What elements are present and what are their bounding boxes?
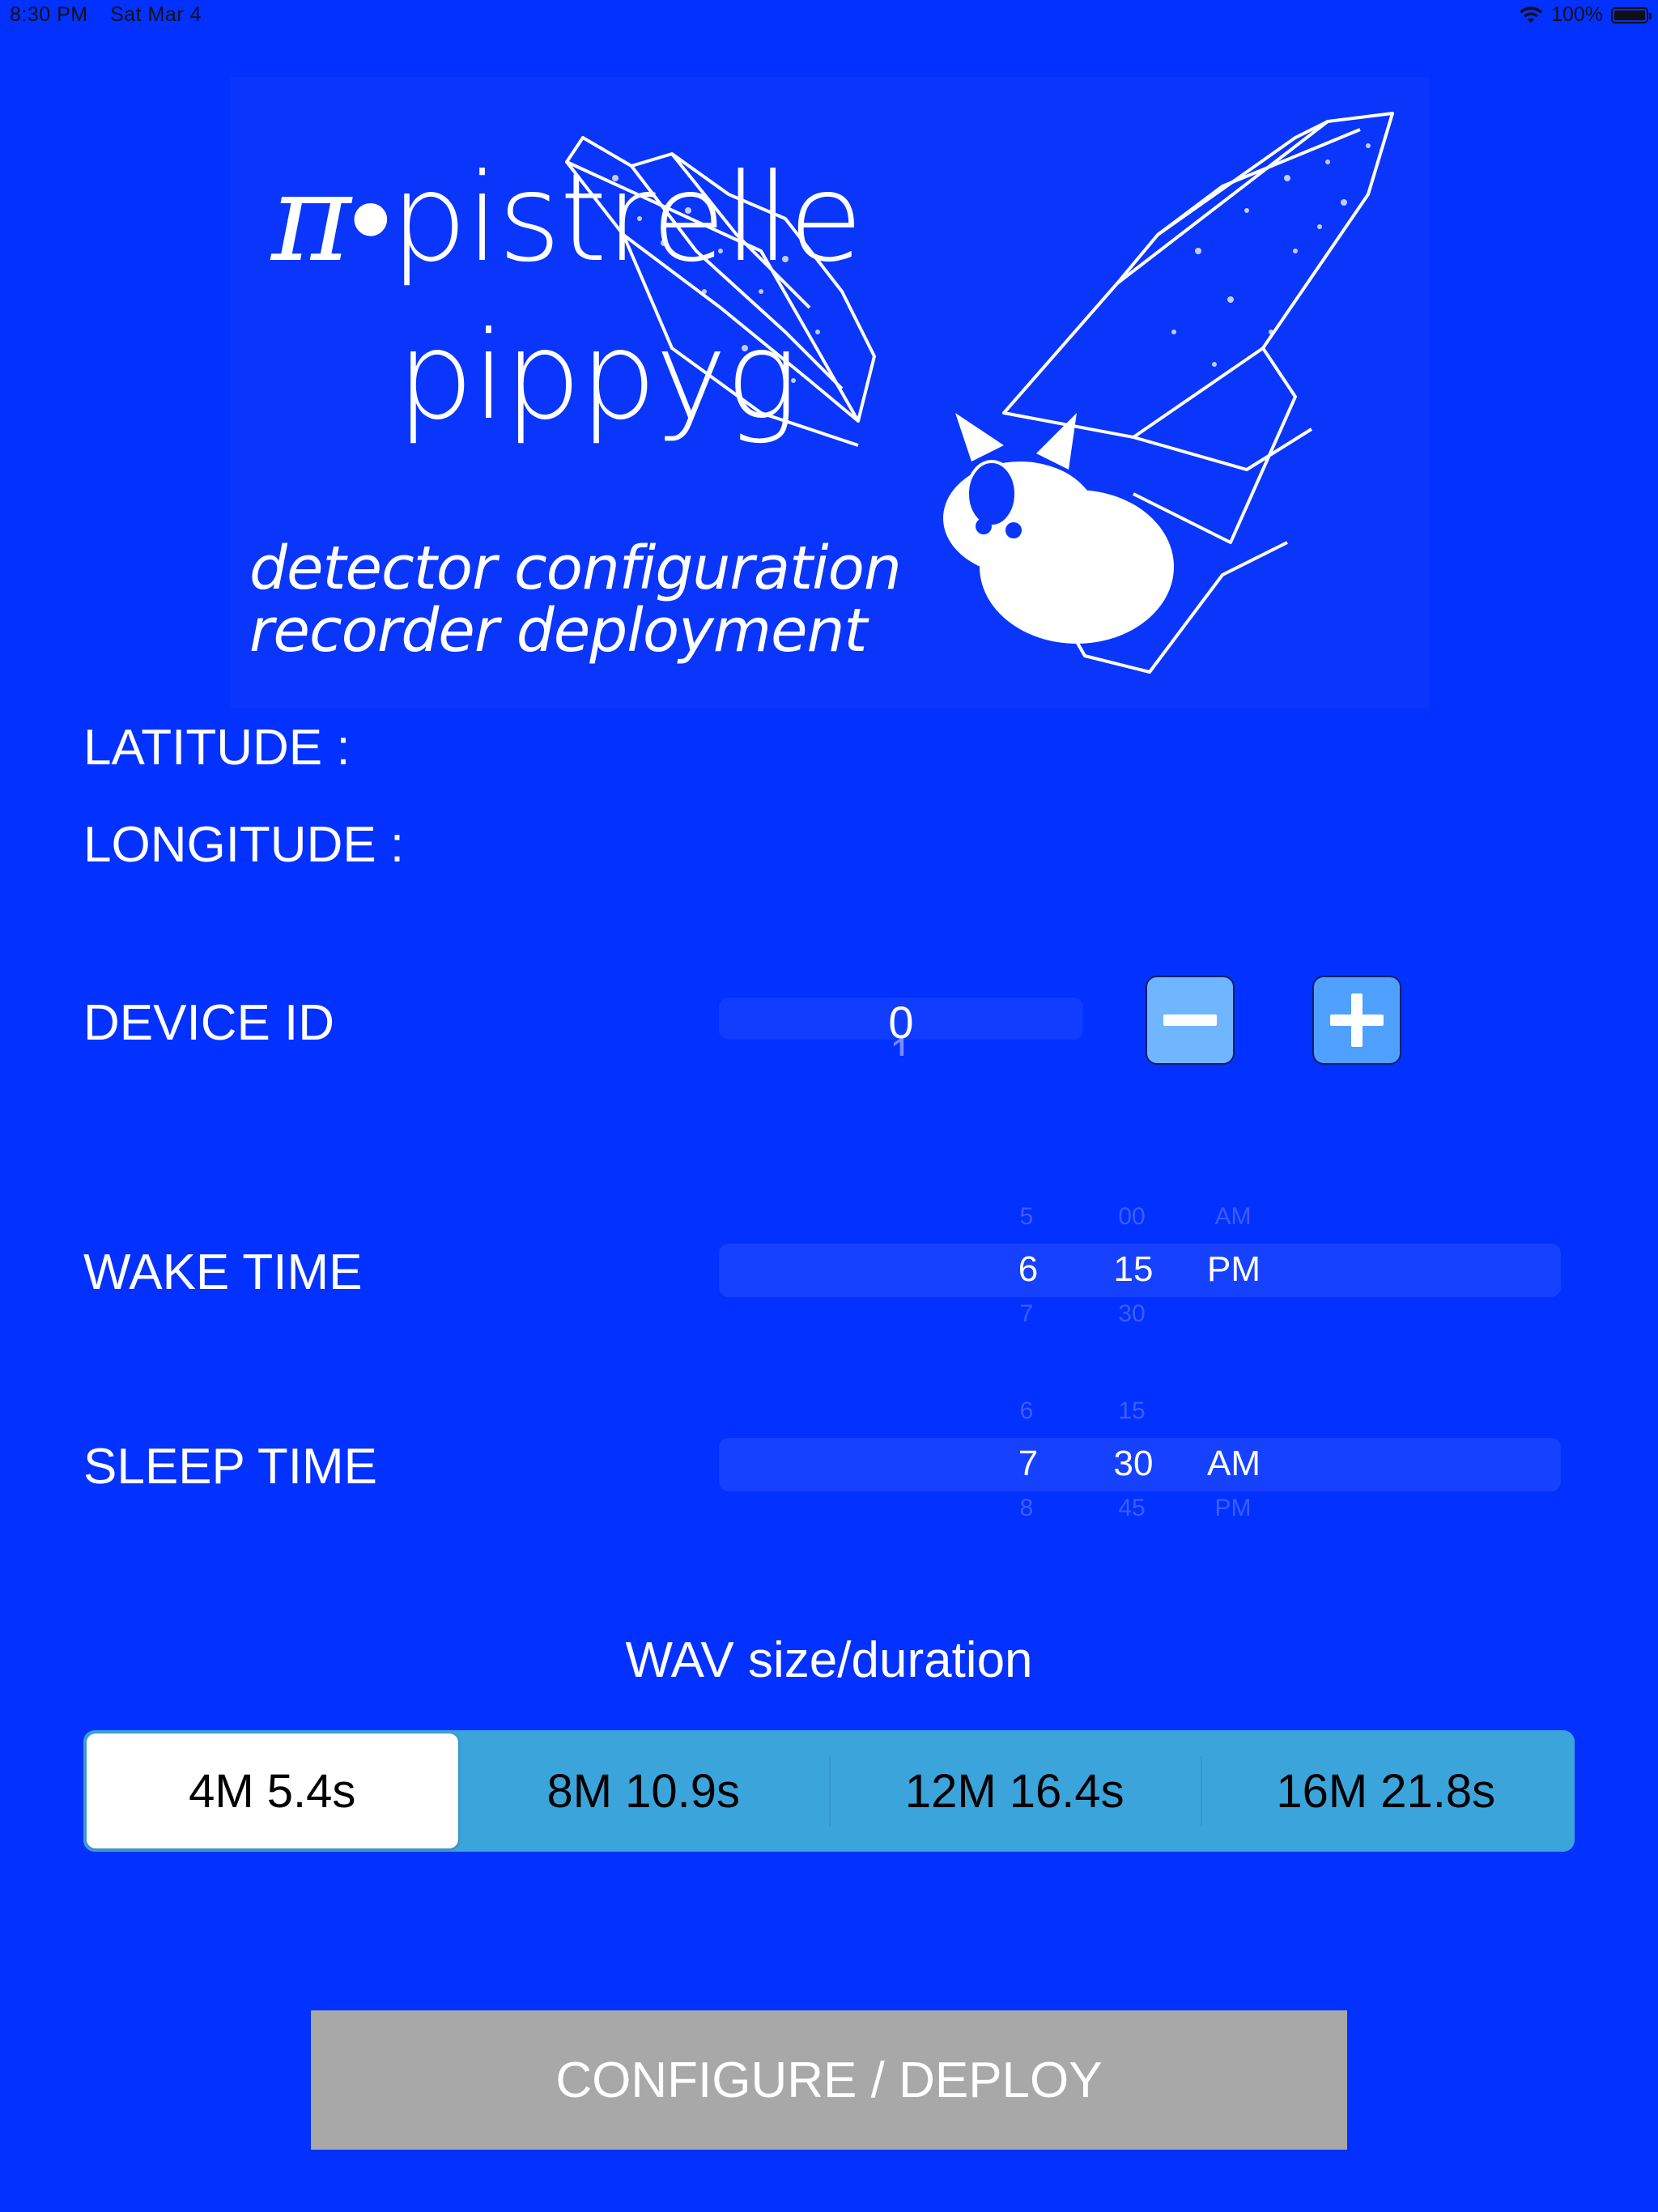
app-title-pi: π bbox=[271, 148, 351, 289]
sleep-hour-prev: 6 bbox=[1019, 1397, 1034, 1424]
wake-time-picker[interactable]: 5 00 AM 6 15 PM 7 30 bbox=[719, 1198, 1561, 1344]
status-date: Sat Mar 4 bbox=[110, 3, 202, 26]
subtitle-recorder: recorder deployment bbox=[249, 596, 867, 666]
status-bar-left: 8:30 PM Sat Mar 4 bbox=[10, 3, 218, 27]
sleep-time-picker[interactable]: 6 15 7 30 AM 8 45 PM bbox=[719, 1393, 1561, 1538]
longitude-label: LONGITUDE : bbox=[83, 817, 405, 873]
wav-option-4m[interactable]: 4M 5.4s bbox=[87, 1733, 458, 1848]
status-bar-right: 100% bbox=[1519, 3, 1652, 27]
sleep-hour-next: 8 bbox=[1019, 1495, 1034, 1521]
wake-hour-next: 7 bbox=[1019, 1300, 1034, 1327]
status-time: 8:30 PM bbox=[10, 3, 88, 26]
device-id-next-value: 1 bbox=[890, 1030, 912, 1056]
device-id-label: DEVICE ID bbox=[83, 995, 335, 1051]
sleep-hour[interactable]: 7 bbox=[1018, 1444, 1038, 1484]
sleep-ampm[interactable]: AM bbox=[1207, 1444, 1261, 1484]
battery-percent: 100% bbox=[1551, 3, 1603, 26]
wake-minute-next: 30 bbox=[1118, 1300, 1146, 1327]
battery-icon bbox=[1611, 6, 1652, 23]
wav-size-label: WAV size/duration bbox=[625, 1632, 1033, 1688]
app-title-line-1: π•pistrelle bbox=[271, 158, 863, 279]
wake-hour-prev: 5 bbox=[1019, 1203, 1034, 1230]
configure-deploy-button[interactable]: CONFIGURE / DEPLOY bbox=[311, 2010, 1347, 2150]
wake-hour[interactable]: 6 bbox=[1018, 1249, 1038, 1290]
wifi-icon bbox=[1520, 6, 1543, 23]
wake-ampm-prev: AM bbox=[1214, 1203, 1252, 1230]
device-id-picker[interactable]: 0 1 bbox=[719, 997, 1083, 1078]
wav-option-16m[interactable]: 16M 21.8s bbox=[1200, 1733, 1572, 1848]
sleep-ampm-next: PM bbox=[1214, 1495, 1252, 1521]
wake-minute-prev: 00 bbox=[1118, 1203, 1146, 1230]
device-id-decrement-button[interactable] bbox=[1146, 976, 1235, 1065]
sleep-time-label: SLEEP TIME bbox=[83, 1439, 377, 1495]
wake-time-label: WAKE TIME bbox=[83, 1244, 363, 1300]
sleep-minute[interactable]: 30 bbox=[1114, 1444, 1154, 1484]
minus-icon bbox=[1163, 1015, 1217, 1026]
device-id-increment-button[interactable] bbox=[1312, 976, 1401, 1065]
wake-minute[interactable]: 15 bbox=[1114, 1249, 1154, 1290]
wav-size-segmented-control: 4M 5.4s 8M 10.9s 12M 16.4s 16M 21.8s bbox=[83, 1730, 1575, 1852]
app-title-rest: •pistrelle bbox=[349, 148, 864, 289]
sleep-minute-prev: 15 bbox=[1118, 1397, 1146, 1424]
plus-icon-vertical bbox=[1351, 993, 1363, 1047]
subtitle-detector: detector configuration bbox=[249, 534, 902, 603]
latitude-label: LATITUDE : bbox=[83, 720, 351, 776]
wav-option-12m[interactable]: 12M 16.4s bbox=[829, 1733, 1201, 1848]
sleep-minute-next: 45 bbox=[1118, 1495, 1146, 1521]
wake-ampm[interactable]: PM bbox=[1207, 1249, 1261, 1290]
app-title-line-2: pippyg bbox=[397, 306, 798, 447]
wav-option-8m[interactable]: 8M 10.9s bbox=[458, 1733, 830, 1848]
battery-level bbox=[1614, 10, 1645, 20]
